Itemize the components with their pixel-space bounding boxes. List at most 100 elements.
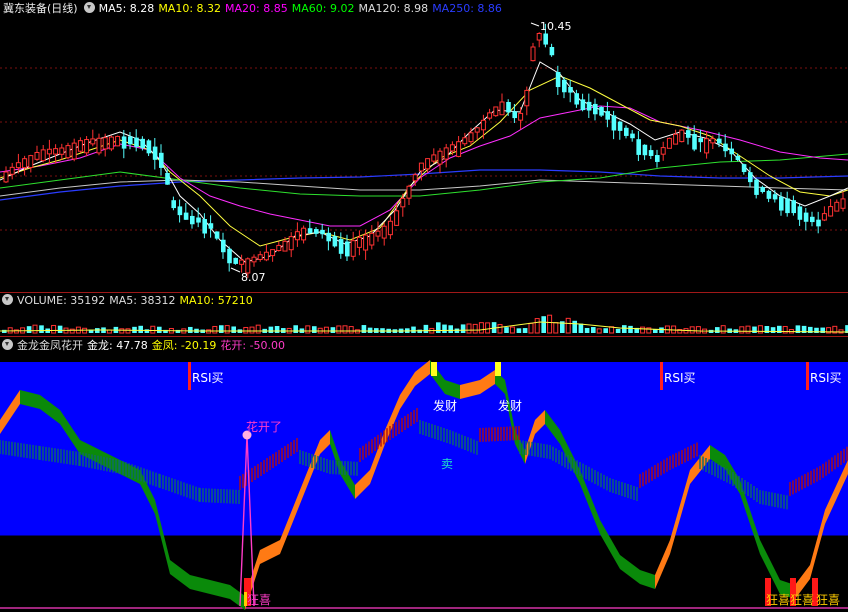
volume-bar bbox=[243, 326, 249, 334]
huakai-text: 花开了 bbox=[246, 419, 282, 434]
candle bbox=[506, 99, 511, 116]
candle bbox=[326, 227, 331, 251]
candle bbox=[810, 211, 815, 227]
volume-bar bbox=[57, 325, 63, 333]
volume-bar bbox=[219, 325, 224, 333]
low-label: 8.07 bbox=[241, 271, 266, 284]
candle bbox=[524, 86, 530, 116]
volume-bar bbox=[715, 327, 720, 333]
volume-bar bbox=[274, 326, 280, 333]
candle bbox=[617, 120, 623, 140]
candle bbox=[586, 93, 592, 118]
volume-bar bbox=[628, 325, 633, 333]
candle bbox=[431, 148, 437, 164]
candle bbox=[196, 207, 201, 228]
candle bbox=[840, 191, 846, 212]
volume-bar bbox=[752, 326, 757, 333]
candle bbox=[803, 207, 809, 231]
volume-bar bbox=[144, 329, 150, 333]
candle bbox=[84, 136, 90, 157]
candle bbox=[71, 138, 77, 162]
candle bbox=[512, 103, 517, 124]
candle bbox=[332, 231, 338, 248]
candle bbox=[46, 139, 52, 164]
volume-bar bbox=[51, 324, 57, 334]
candle bbox=[40, 145, 46, 163]
volume-bar bbox=[119, 328, 125, 334]
volume-bar bbox=[541, 316, 546, 333]
volume-bar bbox=[695, 326, 701, 334]
candle bbox=[288, 232, 294, 258]
candle bbox=[487, 108, 493, 121]
volume-bar bbox=[138, 325, 143, 333]
candlesticks bbox=[3, 23, 846, 278]
volume-bar bbox=[26, 326, 32, 333]
volume-bar bbox=[442, 324, 447, 333]
ribbon-seg bbox=[210, 580, 230, 599]
volume-bar bbox=[504, 327, 509, 333]
ribbon-seg bbox=[190, 575, 210, 594]
rsi-buy-label: RSI买 bbox=[192, 371, 224, 385]
candle bbox=[636, 131, 641, 162]
candle bbox=[208, 215, 214, 238]
candle bbox=[152, 138, 158, 170]
volume-bar bbox=[305, 325, 311, 334]
volume-bar bbox=[249, 326, 255, 334]
rsi-buy-label: RSI买 bbox=[810, 371, 842, 385]
candle bbox=[28, 154, 34, 173]
candle bbox=[183, 203, 189, 220]
ribbon-seg bbox=[620, 555, 640, 584]
volume-bar bbox=[39, 325, 44, 333]
volume-bar bbox=[478, 322, 484, 334]
candle bbox=[605, 101, 610, 128]
volume-bar bbox=[509, 326, 515, 334]
volume-bar bbox=[659, 327, 664, 333]
candle bbox=[834, 199, 840, 212]
volume-bar bbox=[739, 326, 745, 334]
candle bbox=[96, 133, 102, 156]
candle bbox=[65, 142, 71, 160]
candle bbox=[257, 251, 263, 262]
kuangxi-label: 狂喜 bbox=[790, 593, 814, 607]
candle bbox=[754, 178, 759, 199]
candle bbox=[34, 145, 40, 161]
candle bbox=[593, 98, 598, 121]
volume-bar bbox=[95, 328, 100, 333]
volume-bar bbox=[615, 328, 621, 333]
volume-bar bbox=[689, 326, 695, 334]
facai-marker bbox=[431, 362, 437, 376]
ribbon-seg bbox=[655, 540, 670, 589]
volume-bar bbox=[157, 326, 162, 333]
volume-bar bbox=[565, 317, 571, 334]
volume-bar bbox=[448, 325, 453, 333]
candle bbox=[146, 139, 152, 157]
volume-bar bbox=[336, 325, 342, 334]
volume-bar bbox=[522, 328, 528, 333]
candle bbox=[375, 221, 381, 242]
volume-bar bbox=[342, 325, 348, 334]
candle bbox=[741, 163, 747, 175]
volume-bar bbox=[584, 328, 590, 333]
volume-bar bbox=[231, 326, 236, 333]
candle bbox=[233, 257, 238, 265]
volume-bar bbox=[361, 325, 367, 333]
volume-bar bbox=[745, 325, 751, 334]
candle bbox=[462, 132, 468, 147]
indicator-band bbox=[0, 362, 848, 536]
volume-bar bbox=[622, 325, 627, 333]
candle bbox=[536, 32, 542, 48]
candle bbox=[549, 43, 555, 57]
volume-bar bbox=[367, 327, 373, 333]
volume-bar bbox=[150, 325, 156, 334]
candle bbox=[108, 135, 114, 152]
candle bbox=[456, 136, 462, 158]
candle bbox=[350, 231, 356, 261]
candle bbox=[821, 206, 827, 222]
high-pointer bbox=[530, 22, 540, 27]
price-grid bbox=[0, 67, 848, 231]
volume-bar bbox=[411, 326, 416, 333]
candle bbox=[729, 141, 734, 162]
volume-bar bbox=[603, 328, 608, 333]
volume-bar bbox=[125, 328, 131, 334]
volume-bar bbox=[224, 325, 230, 334]
